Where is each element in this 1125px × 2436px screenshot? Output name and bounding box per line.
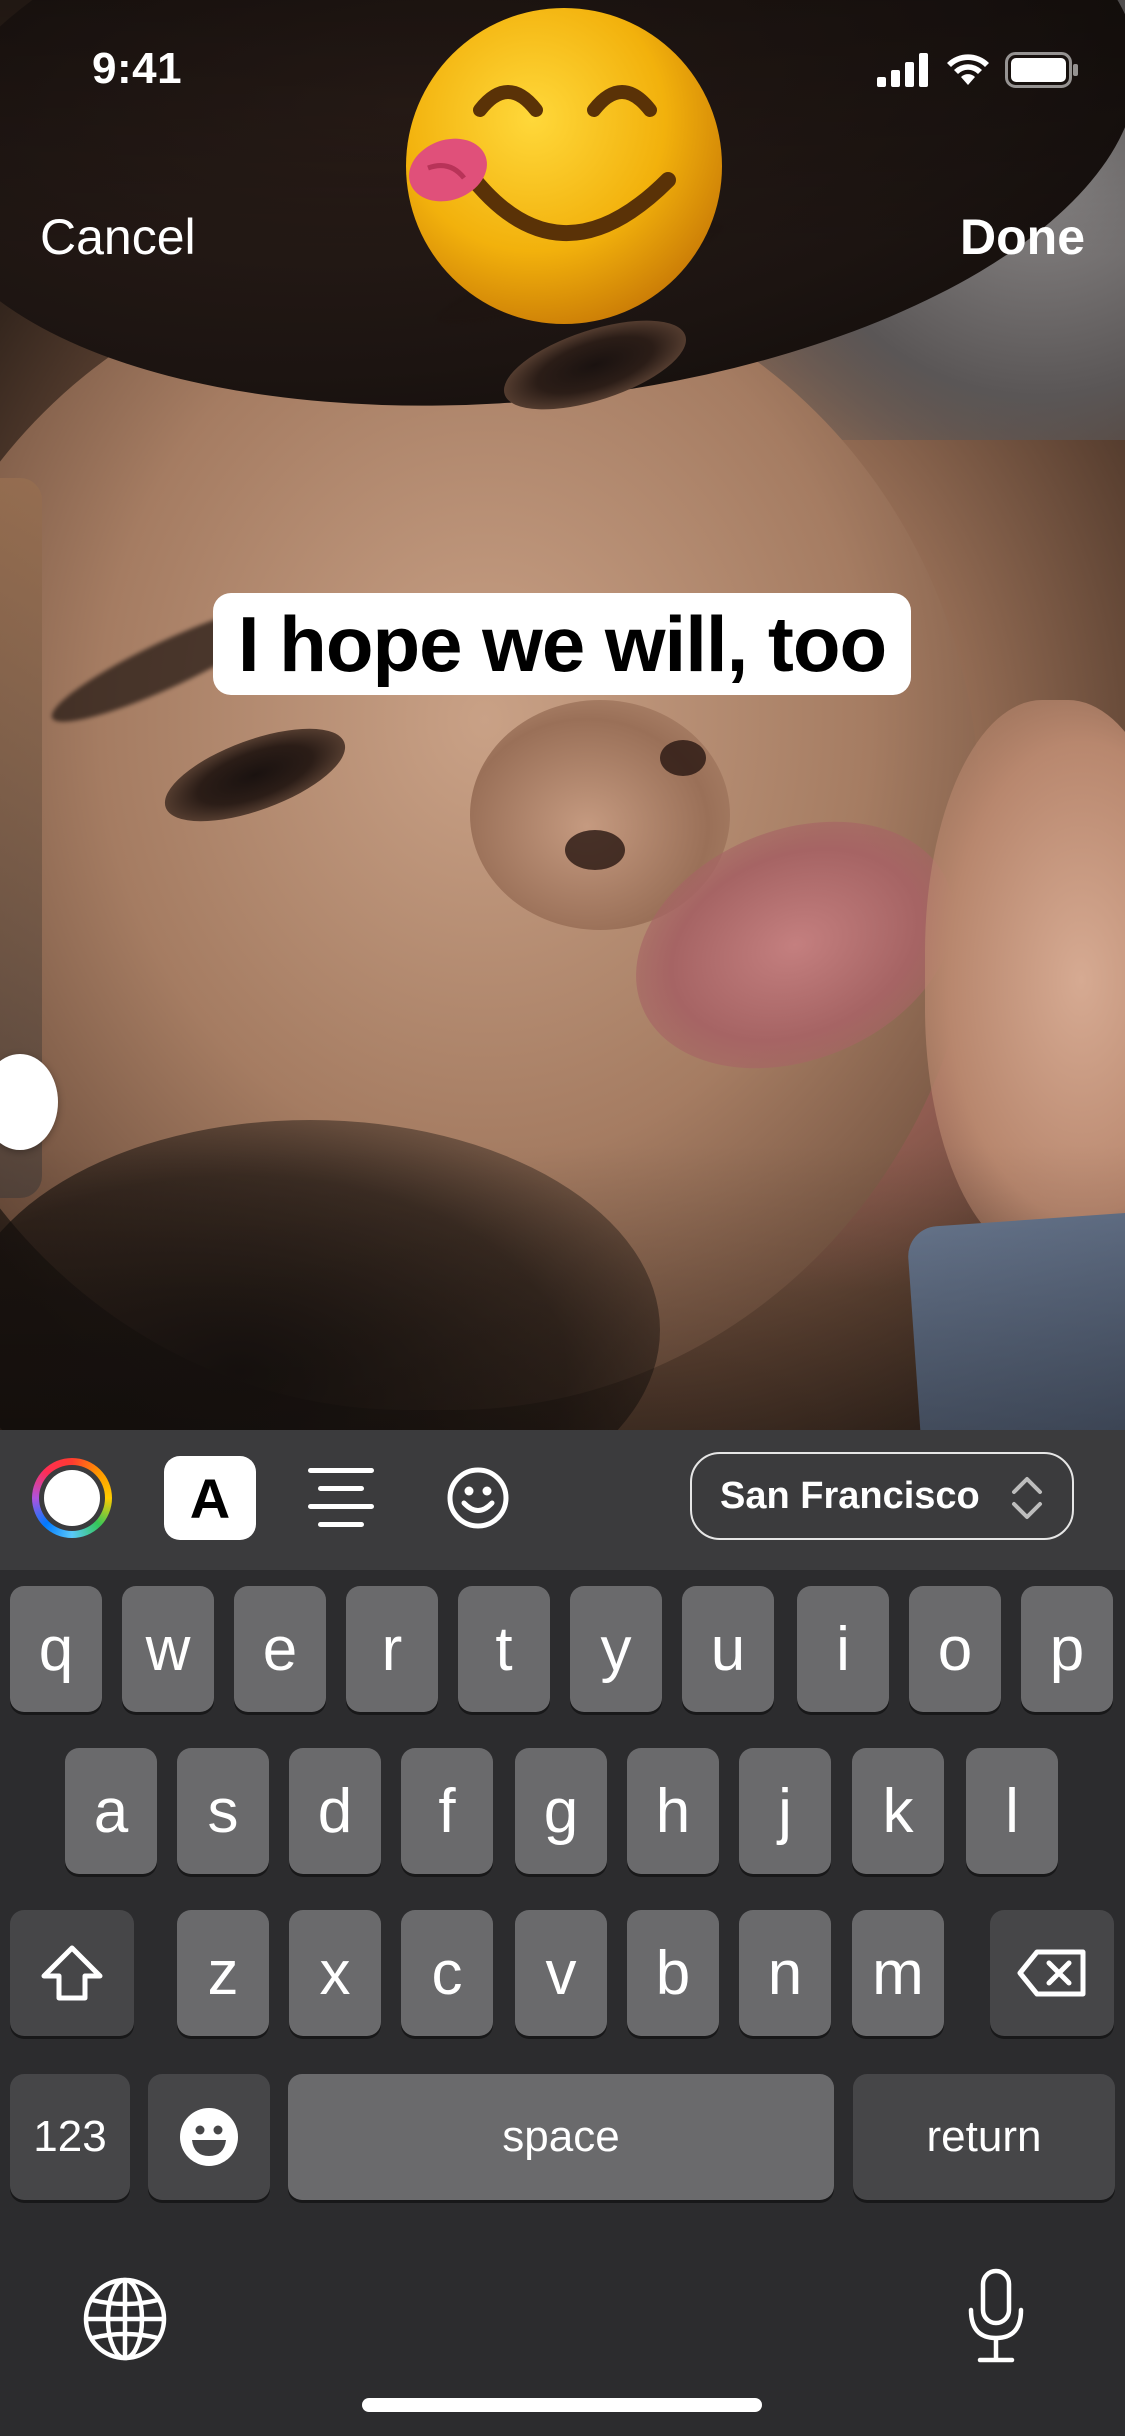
story-text-editor: 9:41 Cancel Done I hope we will, too A S…	[0, 0, 1125, 2436]
text-align-center-icon[interactable]	[308, 1466, 374, 1528]
caption-text: I hope we will, too	[237, 599, 887, 688]
key-n[interactable]: n	[739, 1910, 831, 2036]
key-c[interactable]: c	[401, 1910, 493, 2036]
delete-icon	[1017, 1949, 1086, 1997]
key-p[interactable]: p	[1021, 1586, 1113, 1712]
key-z[interactable]: z	[177, 1910, 269, 2036]
key-b[interactable]: b	[627, 1910, 719, 2036]
status-icons	[877, 52, 1079, 88]
font-picker-button[interactable]: San Francisco	[690, 1452, 1074, 1540]
key-e[interactable]: e	[234, 1586, 326, 1712]
key-g[interactable]: g	[515, 1748, 607, 1874]
savoring-food-emoji-icon[interactable]	[398, 0, 730, 332]
emoji-keyboard-icon	[180, 2108, 238, 2166]
smiley-icon[interactable]	[446, 1466, 510, 1530]
home-indicator[interactable]	[362, 2398, 762, 2412]
key-s[interactable]: s	[177, 1748, 269, 1874]
key-q[interactable]: q	[10, 1586, 102, 1712]
return-key[interactable]: return	[853, 2074, 1115, 2200]
text-tools-toolbar: A San Francisco	[0, 1430, 1125, 1570]
key-f[interactable]: f	[401, 1748, 493, 1874]
key-d[interactable]: d	[289, 1748, 381, 1874]
cellular-signal-icon	[877, 53, 928, 87]
text-style-button[interactable]: A	[164, 1456, 256, 1540]
emoji-keyboard-key[interactable]	[148, 2074, 270, 2200]
wifi-icon	[947, 54, 989, 85]
font-picker-label: San Francisco	[720, 1474, 980, 1517]
status-time: 9:41	[92, 44, 183, 93]
color-wheel-icon[interactable]	[32, 1458, 112, 1538]
key-k[interactable]: k	[852, 1748, 944, 1874]
key-l[interactable]: l	[966, 1748, 1058, 1874]
cancel-button[interactable]: Cancel	[40, 208, 196, 266]
key-a[interactable]: a	[65, 1748, 157, 1874]
battery-icon	[1005, 52, 1078, 88]
key-x[interactable]: x	[289, 1910, 381, 2036]
key-m[interactable]: m	[852, 1910, 944, 2036]
shift-key[interactable]	[10, 1910, 134, 2036]
key-y[interactable]: y	[570, 1586, 662, 1712]
key-h[interactable]: h	[627, 1748, 719, 1874]
story-text-caption[interactable]: I hope we will, too	[213, 593, 911, 695]
done-button[interactable]: Done	[960, 208, 1085, 266]
delete-key[interactable]	[990, 1910, 1114, 2036]
microphone-icon[interactable]	[966, 2268, 1026, 2364]
key-o[interactable]: o	[909, 1586, 1001, 1712]
chevron-up-down-icon	[1012, 1477, 1042, 1519]
globe-icon[interactable]	[82, 2276, 168, 2362]
key-j[interactable]: j	[739, 1748, 831, 1874]
key-v[interactable]: v	[515, 1910, 607, 2036]
key-r[interactable]: r	[346, 1586, 438, 1712]
key-t[interactable]: t	[458, 1586, 550, 1712]
space-key[interactable]: space	[288, 2074, 834, 2200]
key-u[interactable]: u	[682, 1586, 774, 1712]
key-i[interactable]: i	[797, 1586, 889, 1712]
selected-color-swatch	[44, 1470, 100, 1526]
key-w[interactable]: w	[122, 1586, 214, 1712]
shift-icon	[41, 1945, 103, 2001]
numbers-key[interactable]: 123	[10, 2074, 130, 2200]
